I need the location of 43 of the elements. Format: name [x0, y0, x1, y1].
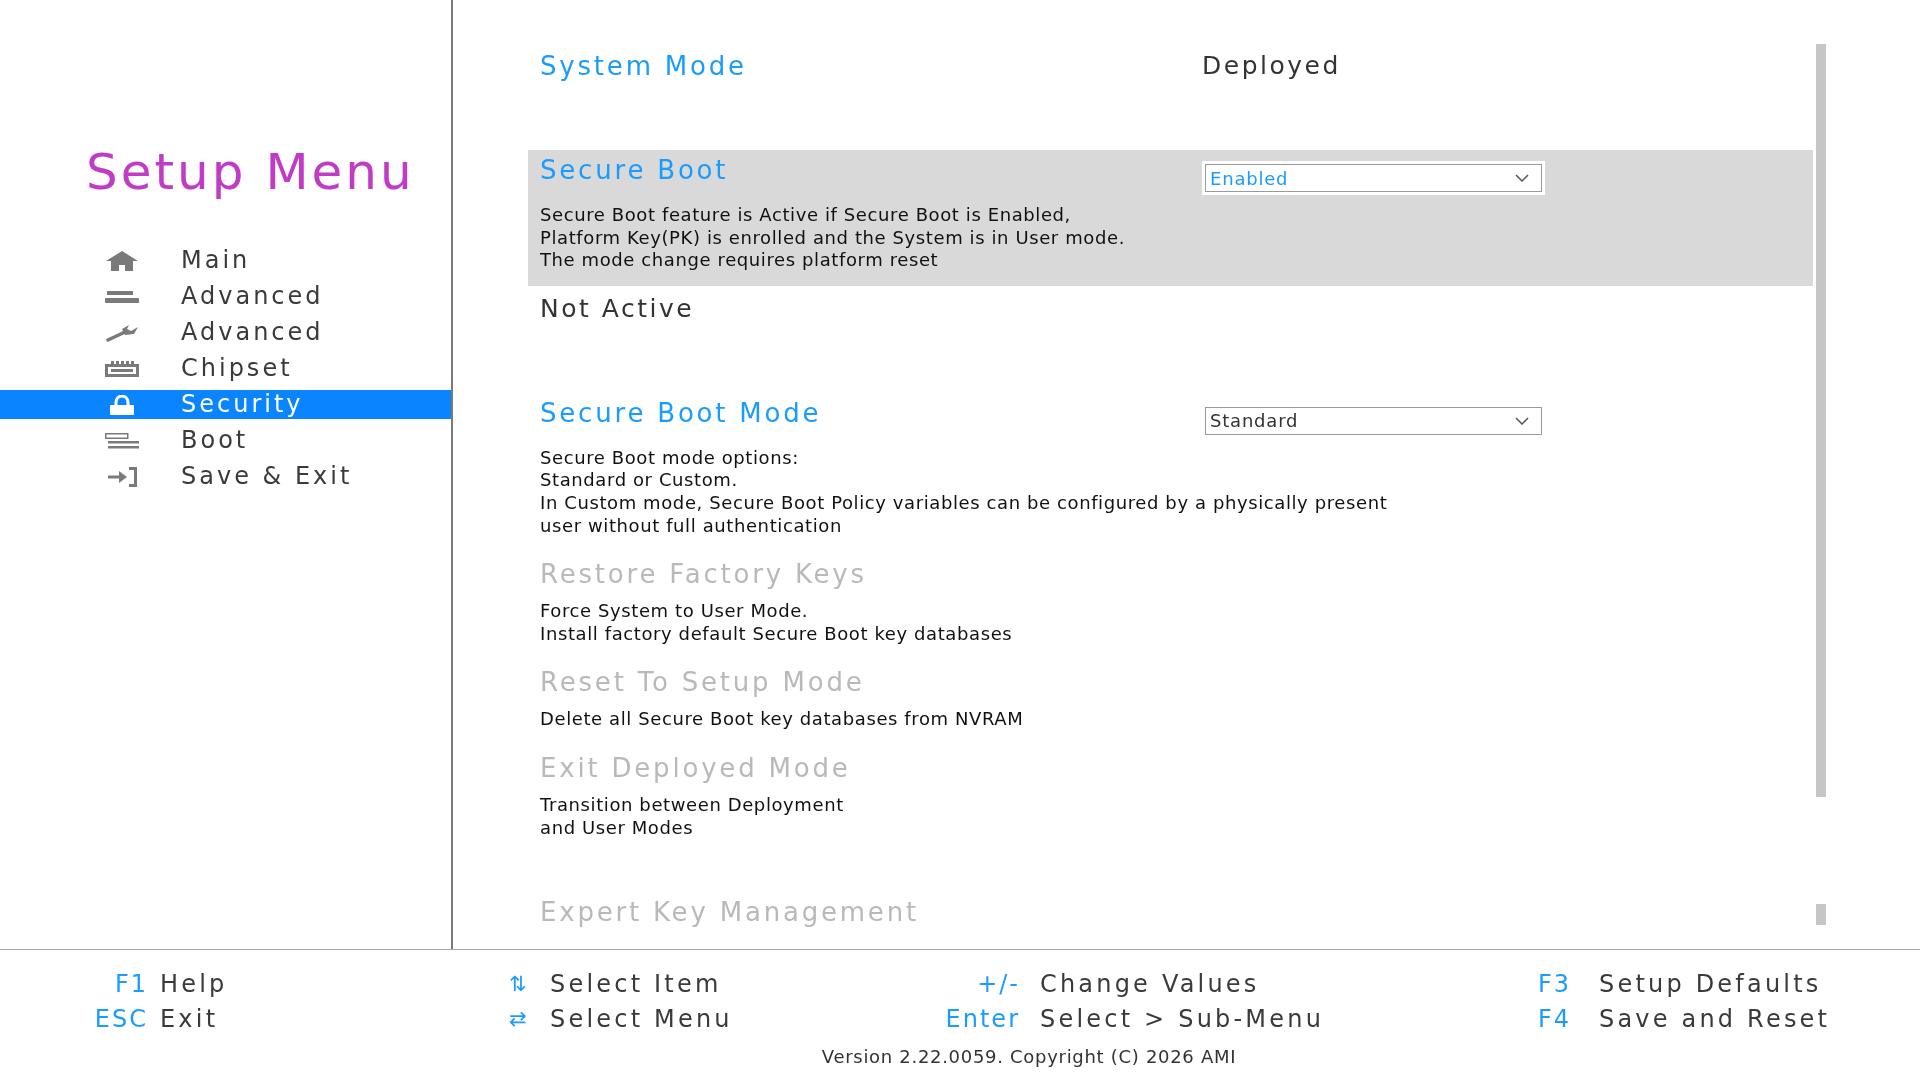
setting-value: Deployed [1202, 50, 1341, 82]
sidebar-item[interactable]: Chipset [0, 354, 451, 383]
shortcut-label: Select Item [550, 969, 722, 1000]
shortcut-label: Save and Reset [1599, 1004, 1831, 1035]
shortcut-label: Exit [160, 1004, 219, 1035]
help-text: Secure Boot mode options: Standard or Custom. In Custom mode, Secure Boot Policy variables can be configured by a physically present user without full authentication [540, 446, 1389, 538]
sidebar-item[interactable]: Advanced [0, 282, 451, 311]
status-text: Not Active [540, 292, 695, 325]
shortcut-label: Setup Defaults [1599, 969, 1822, 1000]
shortcut-key: F4 [1538, 1002, 1588, 1037]
shortcut-label: Select Menu [550, 1004, 733, 1035]
shortcut-key: ⇅ [509, 967, 531, 1002]
house-icon [106, 250, 138, 271]
chevron-down-icon [1515, 174, 1529, 182]
version-text: Version 2.22.0059. Copyright (C) 2026 AMI [821, 1045, 1237, 1069]
sidebar-item[interactable]: Main [0, 246, 451, 275]
shortcut-key: Enter [940, 1002, 1020, 1037]
setup-menu-title: Setup Menu [85, 142, 416, 203]
setting-label: System Mode [540, 50, 748, 83]
shortcut-key: +/- [940, 967, 1020, 1002]
sidebar-item[interactable]: Advanced [0, 318, 451, 347]
shortcut-label: Help [160, 969, 228, 1000]
sidebar-item[interactable]: Save & Exit [0, 462, 451, 491]
scrollbar[interactable] [1816, 44, 1826, 925]
exit-arrow-icon [107, 466, 137, 487]
chevron-down-icon [1515, 416, 1529, 425]
shortcut-label: Change Values [1040, 969, 1260, 1000]
drive-icon [105, 432, 139, 449]
shortcut-label: Select > Sub-Menu [1040, 1004, 1325, 1035]
shortcut-key: F3 [1538, 967, 1588, 1002]
wrench-icon [106, 323, 138, 342]
sidebar-item[interactable]: Security [0, 390, 451, 419]
sidebar-item[interactable]: Boot [0, 426, 451, 455]
bars-icon [105, 290, 139, 303]
shortcut-key: F1 [70, 967, 148, 1002]
help-text: Transition between Deployment and User Modes [540, 793, 845, 840]
help-text: Secure Boot feature is Active if Secure Boot is Enabled, Platform Key(PK) is enrolled and the System is in User mode. The mode change requires platform reset [540, 204, 1126, 272]
help-text: Delete all Secure Boot key databases from NVRAM [540, 708, 1025, 731]
padlock-icon [108, 394, 136, 415]
shortcut-key: ⇄ [509, 1002, 531, 1037]
chip-icon [105, 360, 139, 377]
shortcut-key: ESC [70, 1002, 148, 1037]
help-text: Force System to User Mode. Install factory default Secure Boot key databases [540, 600, 1014, 646]
